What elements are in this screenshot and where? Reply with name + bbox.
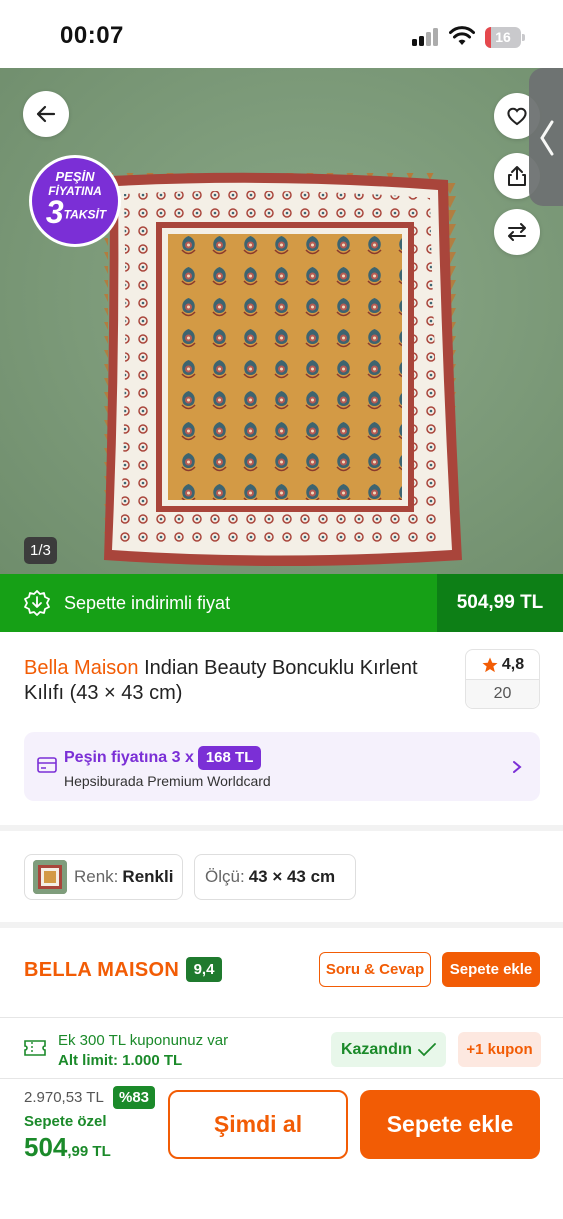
wifi-icon — [449, 26, 475, 45]
old-price: 2.970,53 TL — [24, 1089, 104, 1106]
color-thumbnail — [33, 860, 67, 894]
size-value: 43 × 43 cm — [248, 867, 336, 886]
buy-now-button[interactable]: Şimdi al — [168, 1090, 348, 1159]
final-price-dec: ,99 TL — [67, 1143, 111, 1160]
basket-discount-bar[interactable]: Sepette indirimli fiyat 504,99 TL — [0, 574, 563, 632]
final-price: 504,99 TL — [24, 1132, 111, 1163]
ticket-icon — [24, 1040, 46, 1056]
cellular-signal-icon — [412, 28, 440, 46]
size-label: Ölçü: — [205, 867, 245, 886]
section-divider — [0, 825, 563, 831]
image-counter: 1/3 — [24, 537, 57, 564]
installment-text: Peşin fiyatına 3 x 168 TL — [64, 746, 262, 770]
status-bar: 00:07 16 — [0, 0, 563, 68]
add-to-cart-button[interactable]: Sepete ekle — [360, 1090, 540, 1159]
back-button[interactable] — [23, 91, 69, 137]
product-image-gallery[interactable]: PEŞİN FİYATINA 3TAKSİT 1/3 — [0, 68, 563, 574]
color-value: Renkli — [122, 867, 174, 886]
discount-price: 504,99 TL — [456, 592, 544, 613]
color-variant-selector[interactable]: Renk: Renkli — [24, 854, 183, 900]
premium-installment-card[interactable]: Peşin fiyatına 3 x 168 TL Hepsiburada Pr… — [24, 732, 540, 801]
side-drawer-tab[interactable] — [529, 68, 563, 206]
brand-link[interactable]: Bella Maison — [24, 657, 139, 679]
heart-icon — [507, 107, 527, 126]
status-time: 00:07 — [60, 22, 124, 49]
chevron-right-icon — [513, 761, 522, 773]
installment-prefix: Peşin fiyatına 3 x — [64, 749, 194, 766]
compare-icon — [508, 223, 526, 241]
won-label: Kazandın — [340, 1040, 413, 1058]
badge-line3: 3TAKSİT — [45, 194, 107, 230]
size-variant-selector[interactable]: Ölçü: 43 × 43 cm — [194, 854, 356, 900]
more-coupon-button[interactable]: +1 kupon — [458, 1032, 541, 1067]
discount-download-icon — [24, 590, 50, 616]
card-name: Hepsiburada Premium Worldcard — [64, 773, 271, 789]
coupon-strip[interactable]: Ek 300 TL kuponunuz var Alt limit: 1.000… — [0, 1017, 563, 1079]
product-title: Bella Maison Indian Beauty Boncuklu Kırl… — [24, 656, 454, 706]
coupon-text: Ek 300 TL kuponunuz var — [58, 1032, 229, 1049]
review-count: 20 — [466, 680, 539, 708]
discount-label: Sepette indirimli fiyat — [64, 593, 231, 613]
back-arrow-icon — [36, 105, 56, 123]
bottom-purchase-bar: 2.970,53 TL %83 Sepete özel 504,99 TL Şi… — [0, 1079, 563, 1219]
coupon-won-button[interactable]: Kazandın — [331, 1032, 446, 1067]
product-image — [102, 172, 462, 567]
rating-box[interactable]: 4,8 20 — [465, 649, 540, 709]
seller-name[interactable]: BELLA MAISON — [24, 959, 179, 982]
qa-button[interactable]: Soru & Cevap — [319, 952, 431, 987]
share-icon — [508, 166, 526, 186]
seller-add-to-cart-button[interactable]: Sepete ekle — [442, 952, 540, 987]
battery-icon: 16 — [485, 27, 525, 48]
final-price-int: 504 — [24, 1132, 68, 1162]
section-divider — [0, 922, 563, 928]
rating-value: 4,8 — [501, 655, 525, 673]
credit-card-icon — [37, 757, 57, 773]
color-label: Renk: — [74, 867, 119, 886]
installment-amount: 168 TL — [197, 746, 262, 770]
discount-price-box: 504,99 TL — [437, 574, 563, 632]
compare-button[interactable] — [494, 209, 540, 255]
chevron-left-icon — [540, 120, 554, 156]
basket-special-label: Sepete özel — [24, 1113, 107, 1130]
seller-score-badge: 9,4 — [186, 957, 222, 982]
discount-percent-badge: %83 — [113, 1086, 156, 1109]
battery-level: 16 — [495, 29, 511, 45]
coupon-limit: Alt limit: 1.000 TL — [58, 1052, 183, 1069]
badge-line1: PEŞİN — [55, 169, 95, 184]
check-icon — [418, 1042, 436, 1056]
installment-badge: PEŞİN FİYATINA 3TAKSİT — [32, 158, 118, 244]
star-icon — [482, 657, 498, 672]
